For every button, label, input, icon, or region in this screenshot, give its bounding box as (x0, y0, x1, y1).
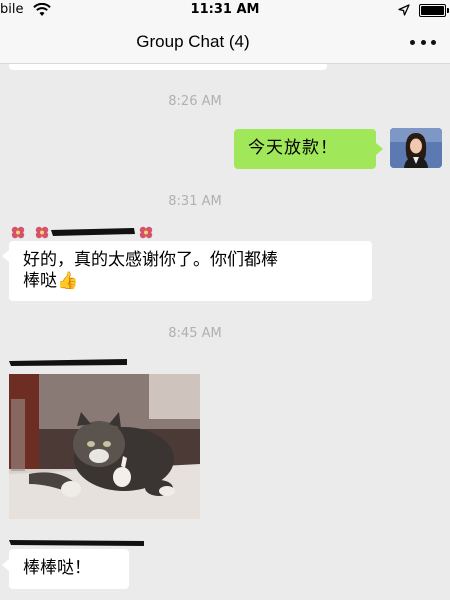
clock-time: 11:31 AM (190, 2, 260, 17)
incoming-message-bubble[interactable]: 棒棒哒！ (9, 549, 129, 589)
sender-name-redacted (9, 540, 144, 546)
incoming-message-bubble[interactable]: 好的，真的太感谢你了。你们都棒 棒哒👍 (9, 241, 372, 301)
sender-name-redacted (11, 226, 153, 239)
timestamp: 8:45 AM (168, 326, 222, 341)
timestamp: 8:26 AM (168, 94, 222, 109)
bubble-tail (2, 559, 9, 571)
bubble-tail (376, 143, 383, 155)
image-message[interactable] (9, 374, 200, 519)
nav-bar: Group Chat (4) (0, 22, 450, 64)
avatar[interactable] (390, 128, 442, 168)
flower-icon (11, 226, 25, 239)
sender-name-redacted (9, 359, 127, 366)
timestamp: 8:31 AM (168, 194, 222, 209)
message-text: 棒棒哒！ (23, 558, 91, 578)
more-dots-icon[interactable] (410, 40, 436, 46)
cat-thumbs-up-photo (9, 374, 200, 519)
message-text-line: 棒哒 (23, 271, 57, 291)
user-avatar-icon (390, 128, 442, 168)
message-text-line: 好的，真的太感谢你了。你们都棒 (23, 250, 278, 270)
location-arrow-icon (398, 4, 410, 16)
message-text: 今天放款！ (248, 138, 338, 158)
bubble-tail (2, 250, 9, 262)
status-bar: bile 11:31 AM (0, 0, 450, 22)
chat-title: Group Chat (4) (136, 32, 250, 51)
outgoing-message-bubble[interactable]: 今天放款！ (234, 129, 376, 169)
previous-message-bubble (9, 64, 327, 70)
battery-icon (419, 4, 449, 17)
thumbs-up-emoji: 👍 (57, 271, 79, 291)
chat-messages[interactable]: 8:26 AM 今天放款！ 8:31 AM 好的，真的太感谢你了。你们都棒 棒哒… (0, 64, 450, 600)
